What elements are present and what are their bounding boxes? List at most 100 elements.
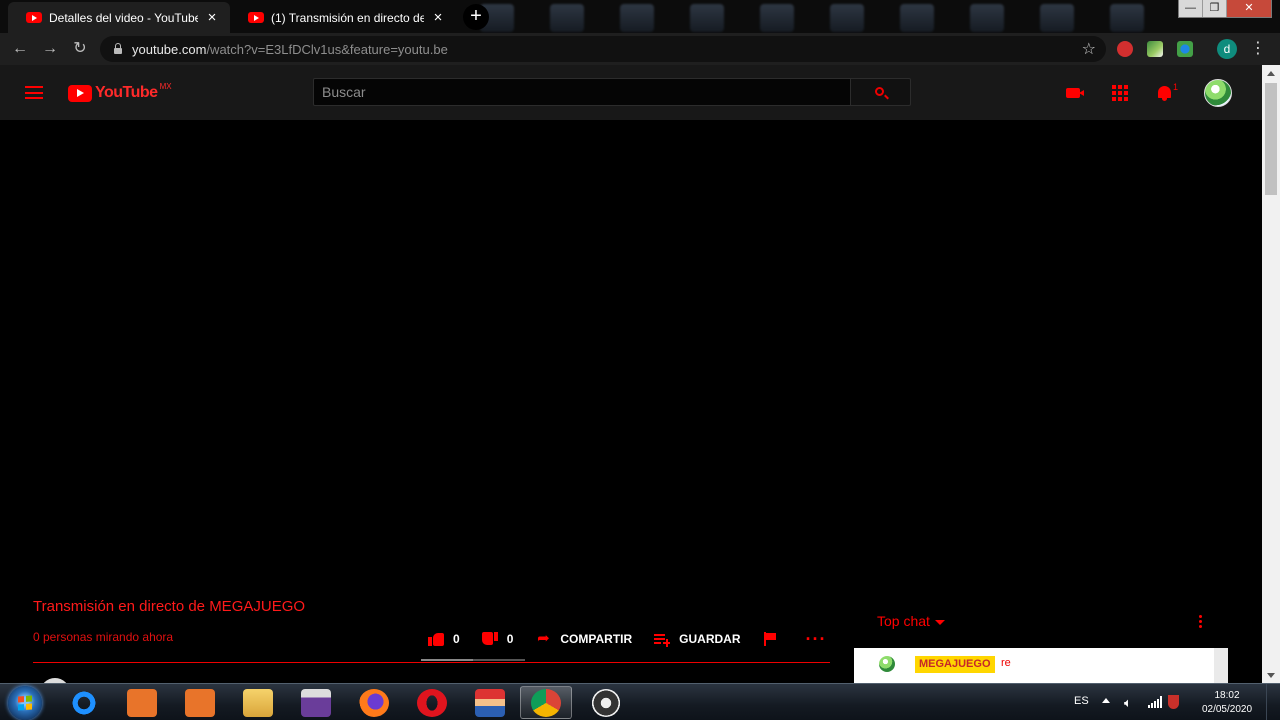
app-window-icon xyxy=(301,688,331,717)
share-label: COMPARTIR xyxy=(560,632,633,646)
notifications-bell-icon[interactable] xyxy=(1157,85,1172,101)
profile-avatar[interactable]: d xyxy=(1217,39,1237,59)
chat-author-avatar[interactable] xyxy=(879,656,895,672)
chat-author-name[interactable]: MEGAJUEGO xyxy=(915,656,995,673)
taskbar-internet-explorer[interactable] xyxy=(58,686,110,719)
add-to-playlist-icon xyxy=(654,632,671,647)
app-orange-icon xyxy=(127,688,157,717)
create-video-icon[interactable] xyxy=(1066,88,1084,98)
tab-title: (1) Transmisión en directo de ME xyxy=(271,10,424,25)
show-hidden-icons-arrow-icon[interactable] xyxy=(1102,698,1110,703)
taskbar-clock[interactable]: 18:02 02/05/2020 xyxy=(1196,689,1258,717)
desktop-icon xyxy=(1110,4,1144,32)
minimize-button[interactable]: — xyxy=(1179,0,1203,17)
like-button[interactable]: 0 xyxy=(428,632,460,646)
volume-icon[interactable]: 🔈︎ xyxy=(1124,695,1132,711)
share-button[interactable]: ➦ COMPARTIR xyxy=(535,631,633,646)
close-tab-icon[interactable]: × xyxy=(430,9,446,26)
reload-button[interactable]: ↻ xyxy=(70,39,90,59)
extension-badge-icon[interactable] xyxy=(1177,41,1193,57)
youtube-country-code: MX xyxy=(159,81,172,91)
new-tab-button[interactable]: + xyxy=(463,4,489,30)
taskbar-chrome[interactable] xyxy=(520,686,572,719)
search-button[interactable] xyxy=(851,78,911,106)
restore-button[interactable]: ❐ xyxy=(1203,0,1227,17)
security-shield-icon[interactable] xyxy=(1168,695,1179,709)
desktop-icon xyxy=(760,4,794,32)
taskbar-app-orange-2[interactable] xyxy=(174,686,226,719)
info-divider xyxy=(33,662,830,663)
start-button[interactable] xyxy=(8,686,42,720)
like-ratio-bar xyxy=(421,659,525,661)
desktop-icon xyxy=(620,4,654,32)
browser-menu-icon[interactable]: ⋮ xyxy=(1250,39,1266,59)
video-title: Transmisión en directo de MEGAJUEGO xyxy=(33,598,306,615)
app-camera-icon xyxy=(185,688,215,717)
chat-mode-dropdown[interactable]: Top chat xyxy=(877,613,945,629)
url-text[interactable]: youtube.com/watch?v=E3LfDClv1us&feature=… xyxy=(132,42,448,57)
taskbar-app-window[interactable] xyxy=(290,686,342,719)
app-character-icon xyxy=(475,688,505,717)
dropdown-caret-icon xyxy=(934,619,945,625)
browser-tab-strip: Detalles del video - YouTube Stu × (1) T… xyxy=(0,0,1280,33)
taskbar-app-character[interactable] xyxy=(464,686,516,719)
address-bar[interactable]: youtube.com/watch?v=E3LfDClv1us&feature=… xyxy=(100,36,1106,62)
scrollbar-thumb[interactable] xyxy=(1265,83,1277,195)
input-language[interactable]: ES xyxy=(1074,695,1089,707)
save-label: GUARDAR xyxy=(679,632,741,646)
close-window-button[interactable]: ✕ xyxy=(1227,0,1271,17)
youtube-favicon-icon xyxy=(26,12,42,23)
apps-grid-icon[interactable] xyxy=(1112,85,1128,101)
desktop-icon xyxy=(550,4,584,32)
live-chat-panel: MEGAJUEGO re xyxy=(854,648,1228,684)
taskbar-firefox[interactable] xyxy=(348,686,400,719)
bookmark-star-icon[interactable]: ☆ xyxy=(1082,39,1096,59)
desktop-icon xyxy=(900,4,934,32)
notifications-count: 1 xyxy=(1173,82,1179,92)
taskbar-obs[interactable] xyxy=(580,686,632,719)
taskbar-app-orange-1[interactable] xyxy=(116,686,168,719)
network-signal-icon[interactable] xyxy=(1148,696,1162,708)
forward-button[interactable]: → xyxy=(40,39,60,59)
background-desktop-icons xyxy=(480,4,1144,32)
youtube-play-icon xyxy=(68,84,92,102)
chat-message-text: re xyxy=(1001,657,1011,669)
browser-tab-video-details[interactable]: Detalles del video - YouTube Stu × xyxy=(8,2,230,33)
dislike-button[interactable]: 0 xyxy=(481,632,513,646)
firefox-icon xyxy=(359,688,389,717)
internet-explorer-icon xyxy=(69,688,99,717)
desktop-icon xyxy=(830,4,864,32)
video-player[interactable] xyxy=(0,120,1262,585)
hamburger-menu-icon[interactable] xyxy=(25,86,43,99)
account-avatar[interactable] xyxy=(1204,79,1232,107)
browser-tab-live-stream[interactable]: (1) Transmisión en directo de ME × xyxy=(230,2,456,33)
more-actions-icon[interactable]: ··· xyxy=(806,630,827,648)
youtube-logo[interactable]: YouTube MX xyxy=(68,81,172,102)
window-controls: — ❐ ✕ xyxy=(1178,0,1272,18)
windows-logo-icon xyxy=(18,695,32,711)
search-icon xyxy=(875,87,884,96)
extension-image-icon[interactable] xyxy=(1147,41,1163,57)
page-scrollbar[interactable] xyxy=(1262,65,1280,683)
thumb-down-icon xyxy=(481,632,498,646)
taskbar-opera[interactable] xyxy=(406,686,458,719)
chat-mode-label: Top chat xyxy=(877,613,930,629)
extension-icon[interactable] xyxy=(1117,41,1133,57)
show-desktop-button[interactable] xyxy=(1266,684,1280,720)
taskbar-file-explorer[interactable] xyxy=(232,686,284,719)
youtube-favicon-icon xyxy=(248,12,264,23)
search-input[interactable] xyxy=(313,78,851,106)
chat-menu-icon[interactable] xyxy=(1198,615,1204,631)
lock-icon[interactable] xyxy=(114,43,122,54)
screen: Detalles del video - YouTube Stu × (1) T… xyxy=(0,0,1280,720)
close-tab-icon[interactable]: × xyxy=(204,9,220,26)
obs-icon xyxy=(591,688,621,717)
scroll-down-arrow-icon[interactable] xyxy=(1267,673,1275,678)
save-button[interactable]: GUARDAR xyxy=(654,632,741,647)
scroll-up-arrow-icon[interactable] xyxy=(1267,71,1275,76)
back-button[interactable]: ← xyxy=(10,39,30,59)
desktop-icon xyxy=(690,4,724,32)
chat-scrollbar[interactable] xyxy=(1214,648,1228,684)
clock-time: 18:02 xyxy=(1214,690,1240,701)
report-button[interactable] xyxy=(763,632,788,646)
